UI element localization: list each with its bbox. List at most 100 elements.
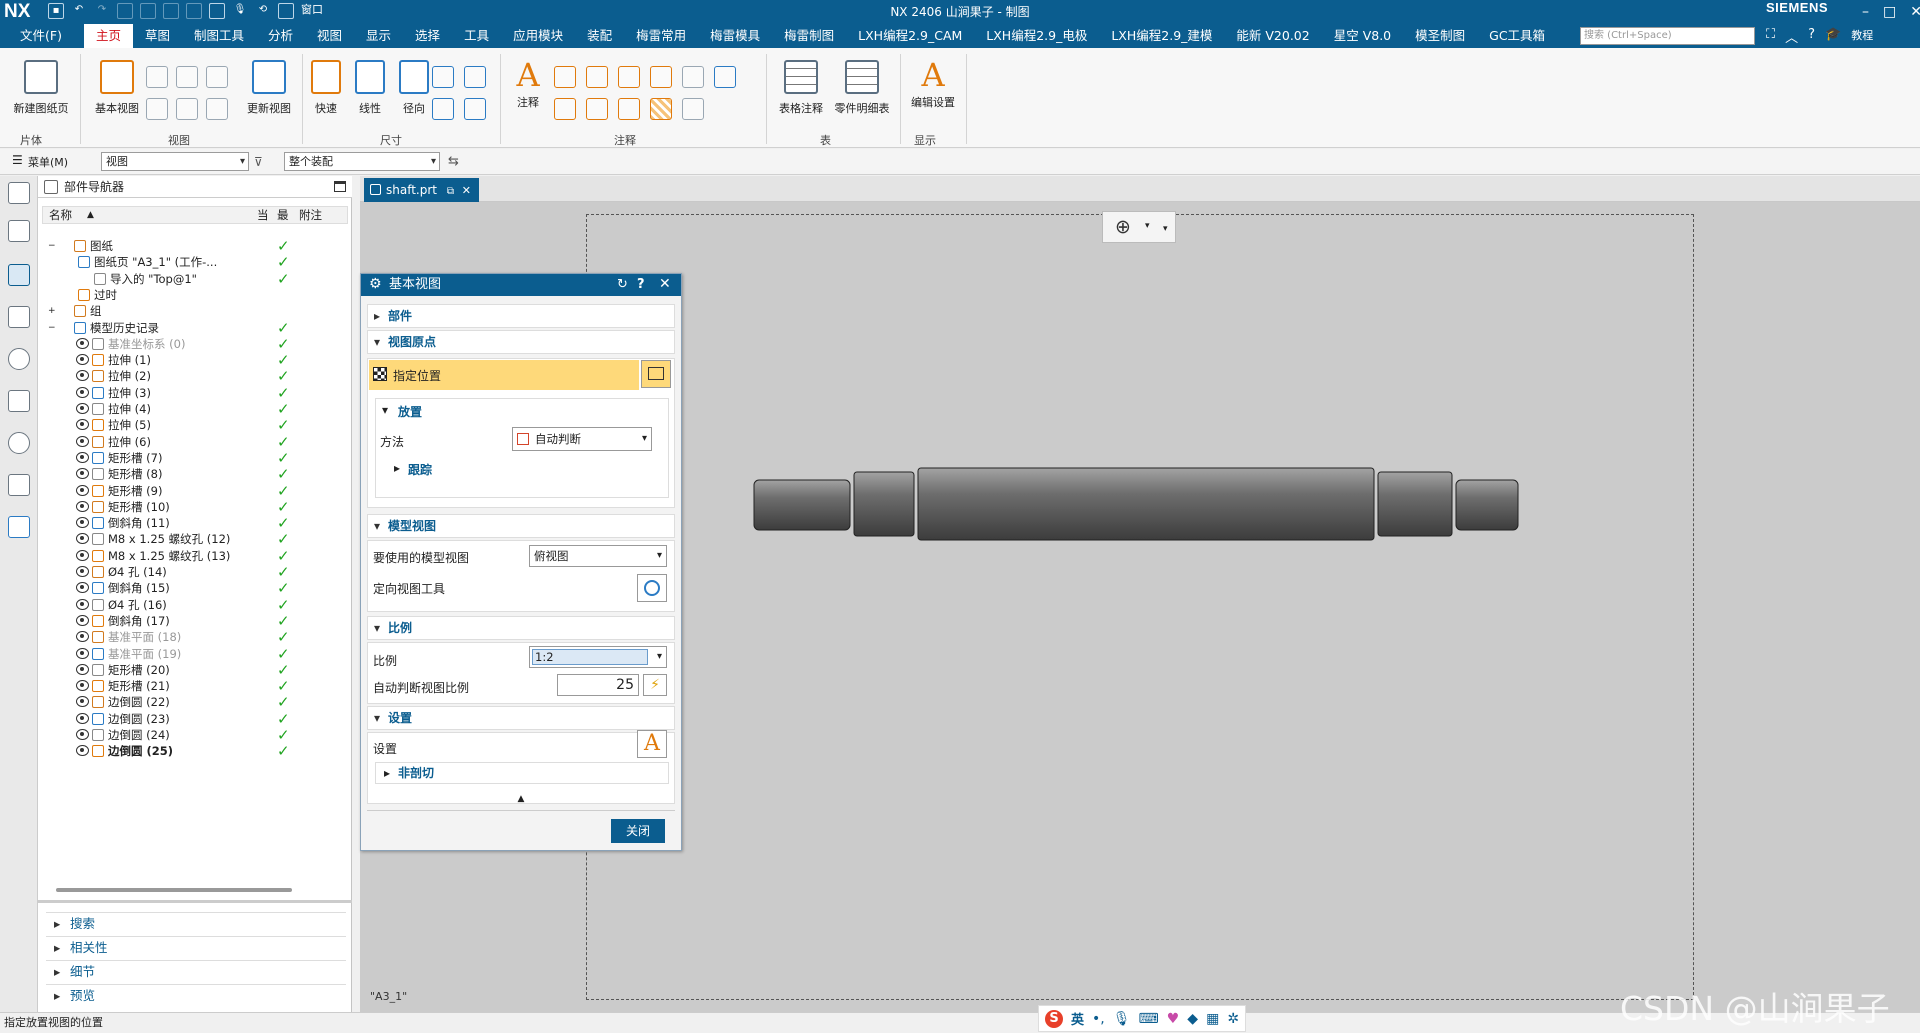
help-icon[interactable]: ? xyxy=(1808,27,1815,46)
web-browser-icon[interactable] xyxy=(8,348,30,370)
angular-dimension-icon[interactable] xyxy=(432,66,454,88)
table-note-button[interactable]: 表格注释 xyxy=(774,60,828,116)
tree-row[interactable]: 矩形槽 (10) ✓ xyxy=(42,499,348,515)
settings-icon[interactable] xyxy=(8,182,30,204)
image-icon[interactable] xyxy=(682,98,704,120)
section-model-view[interactable]: ▾ 模型视图 xyxy=(367,514,675,538)
fullscreen-icon[interactable]: ⛶ xyxy=(1766,27,1775,46)
note-button[interactable]: A 注释 xyxy=(506,56,550,110)
tab-display[interactable]: 显示 xyxy=(354,24,403,48)
section-view-origin[interactable]: ▾ 视图原点 xyxy=(367,330,675,354)
visibility-eye-icon[interactable] xyxy=(76,468,89,480)
tree-row[interactable]: 倒斜角 (17) ✓ xyxy=(42,613,348,629)
centerline-icon[interactable] xyxy=(714,66,736,88)
tab-lxh-cam[interactable]: LXH编程2.9_CAM xyxy=(846,24,974,48)
collapse-ribbon-icon[interactable]: ︿ xyxy=(1785,27,1798,46)
crosshair-icon[interactable]: ⊕ xyxy=(1115,216,1131,238)
tracking-expand-icon[interactable]: ▸ xyxy=(394,461,400,475)
expand-toggle-icon[interactable]: − xyxy=(48,320,56,336)
standard-views-icon[interactable] xyxy=(206,98,228,120)
section-part[interactable]: ▸ 部件 xyxy=(367,304,675,328)
break-view-icon[interactable] xyxy=(146,98,168,120)
visibility-eye-icon[interactable] xyxy=(76,533,89,545)
visibility-eye-icon[interactable] xyxy=(76,517,89,529)
window-switch-icon[interactable] xyxy=(278,3,294,19)
tab-lxh-modeling[interactable]: LXH编程2.9_建模 xyxy=(1099,24,1224,48)
col-current[interactable]: 当 xyxy=(257,207,269,223)
tree-row[interactable]: 矩形槽 (9) ✓ xyxy=(42,483,348,499)
tab-xingkong[interactable]: 星空 V8.0 xyxy=(1322,24,1403,48)
hatch-icon[interactable] xyxy=(650,98,672,120)
tree-row[interactable]: 矩形槽 (7) ✓ xyxy=(42,450,348,466)
snap-dropdown-icon[interactable]: ▾ xyxy=(1145,221,1150,231)
method-select[interactable]: 自动判断 ▾ xyxy=(512,427,652,451)
visibility-eye-icon[interactable] xyxy=(76,403,89,414)
microphone-icon[interactable]: 🎙 xyxy=(232,3,248,19)
tab-assembly[interactable]: 装配 xyxy=(575,24,624,48)
visibility-eye-icon[interactable] xyxy=(76,631,89,643)
dialog-close-icon[interactable]: ✕ xyxy=(659,276,671,292)
feature-control-frame-icon[interactable] xyxy=(554,66,576,88)
section-settings[interactable]: ▾ 设置 xyxy=(367,706,675,730)
collapse-more-icon[interactable]: ▲ xyxy=(367,794,675,808)
panel-splitter[interactable] xyxy=(38,900,352,903)
part-navigator-icon[interactable] xyxy=(8,264,30,286)
tree-row[interactable]: − 模型历史记录 ✓ xyxy=(42,320,348,336)
visibility-eye-icon[interactable] xyxy=(76,370,89,382)
visibility-eye-icon[interactable] xyxy=(76,745,89,757)
datum-target-icon[interactable] xyxy=(554,98,576,120)
update-view-button[interactable]: 更新视图 xyxy=(238,60,300,116)
fill-icon[interactable] xyxy=(682,66,704,88)
command-search-input[interactable]: 搜索 (Ctrl+Space) xyxy=(1580,27,1755,45)
section-preview[interactable]: 预览 xyxy=(46,984,346,1007)
auto-scale-input[interactable]: 25 xyxy=(557,674,639,696)
tab-sketch[interactable]: 草图 xyxy=(133,24,182,48)
visibility-eye-icon[interactable] xyxy=(76,712,89,724)
tab-view[interactable]: 视图 xyxy=(305,24,354,48)
tree-row[interactable]: 拉伸 (5) ✓ xyxy=(42,417,348,433)
visibility-eye-icon[interactable] xyxy=(76,451,89,463)
tab-lxh-electrode[interactable]: LXH编程2.9_电极 xyxy=(974,24,1099,48)
visibility-eye-icon[interactable] xyxy=(76,354,89,366)
visibility-eye-icon[interactable] xyxy=(76,337,89,349)
new-sheet-button[interactable]: 新建图纸页 xyxy=(10,60,72,116)
selection-scope-select[interactable]: 整个装配 xyxy=(284,152,440,171)
selection-intent-icon[interactable]: ⇆ xyxy=(448,154,459,169)
ordinate-dimension-icon[interactable] xyxy=(464,98,486,120)
paste-icon[interactable] xyxy=(140,3,156,19)
col-latest[interactable]: 最 xyxy=(277,207,289,223)
visibility-eye-icon[interactable] xyxy=(76,647,89,659)
tree-row[interactable]: 基准坐标系 (0) ✓ xyxy=(42,336,348,352)
repeat-command-icon[interactable]: ⟲ xyxy=(255,3,271,19)
role-icon[interactable] xyxy=(8,516,30,538)
lightning-icon[interactable]: ⚡ xyxy=(643,674,667,696)
cut-icon[interactable] xyxy=(163,3,179,19)
tab-home[interactable]: 主页 xyxy=(83,24,133,48)
tab-mosheng-drafting[interactable]: 模圣制图 xyxy=(1403,24,1477,48)
tree-row[interactable]: 边倒圆 (24) ✓ xyxy=(42,727,348,743)
horizontal-scrollbar[interactable] xyxy=(56,888,292,892)
tree-row[interactable]: 拉伸 (3) ✓ xyxy=(42,385,348,401)
balloon-icon[interactable] xyxy=(586,98,608,120)
linear-dimension-button[interactable]: 线性 xyxy=(350,60,390,116)
ime-toolbox-icon[interactable]: ▦ xyxy=(1206,1011,1219,1027)
visibility-eye-icon[interactable] xyxy=(76,549,89,561)
visibility-eye-icon[interactable] xyxy=(76,582,89,594)
reset-icon[interactable]: ↻ xyxy=(617,277,628,292)
tree-row[interactable]: M8 x 1.25 螺纹孔 (13) ✓ xyxy=(42,548,348,564)
section-view-icon[interactable] xyxy=(206,66,228,88)
ime-game-icon[interactable]: ◆ xyxy=(1187,1011,1198,1027)
tab-analysis[interactable]: 分析 xyxy=(256,24,305,48)
col-name[interactable]: 名称 xyxy=(49,207,72,223)
tab-close-icon[interactable]: ✕ xyxy=(462,184,471,197)
point-dialog-button[interactable] xyxy=(641,360,671,388)
tree-row[interactable]: 边倒圆 (23) ✓ xyxy=(42,711,348,727)
close-window-button[interactable]: ✕ xyxy=(1910,0,1920,24)
tree-row[interactable]: + 组 xyxy=(42,303,348,319)
redo-icon[interactable]: ↷ xyxy=(94,3,110,19)
section-search[interactable]: 搜索 xyxy=(46,912,346,935)
edit-settings-button[interactable]: A 编辑设置 xyxy=(906,56,960,110)
chamfer-dimension-icon[interactable] xyxy=(464,66,486,88)
section-scale[interactable]: ▾ 比例 xyxy=(367,616,675,640)
tree-row[interactable]: 拉伸 (2) ✓ xyxy=(42,368,348,384)
